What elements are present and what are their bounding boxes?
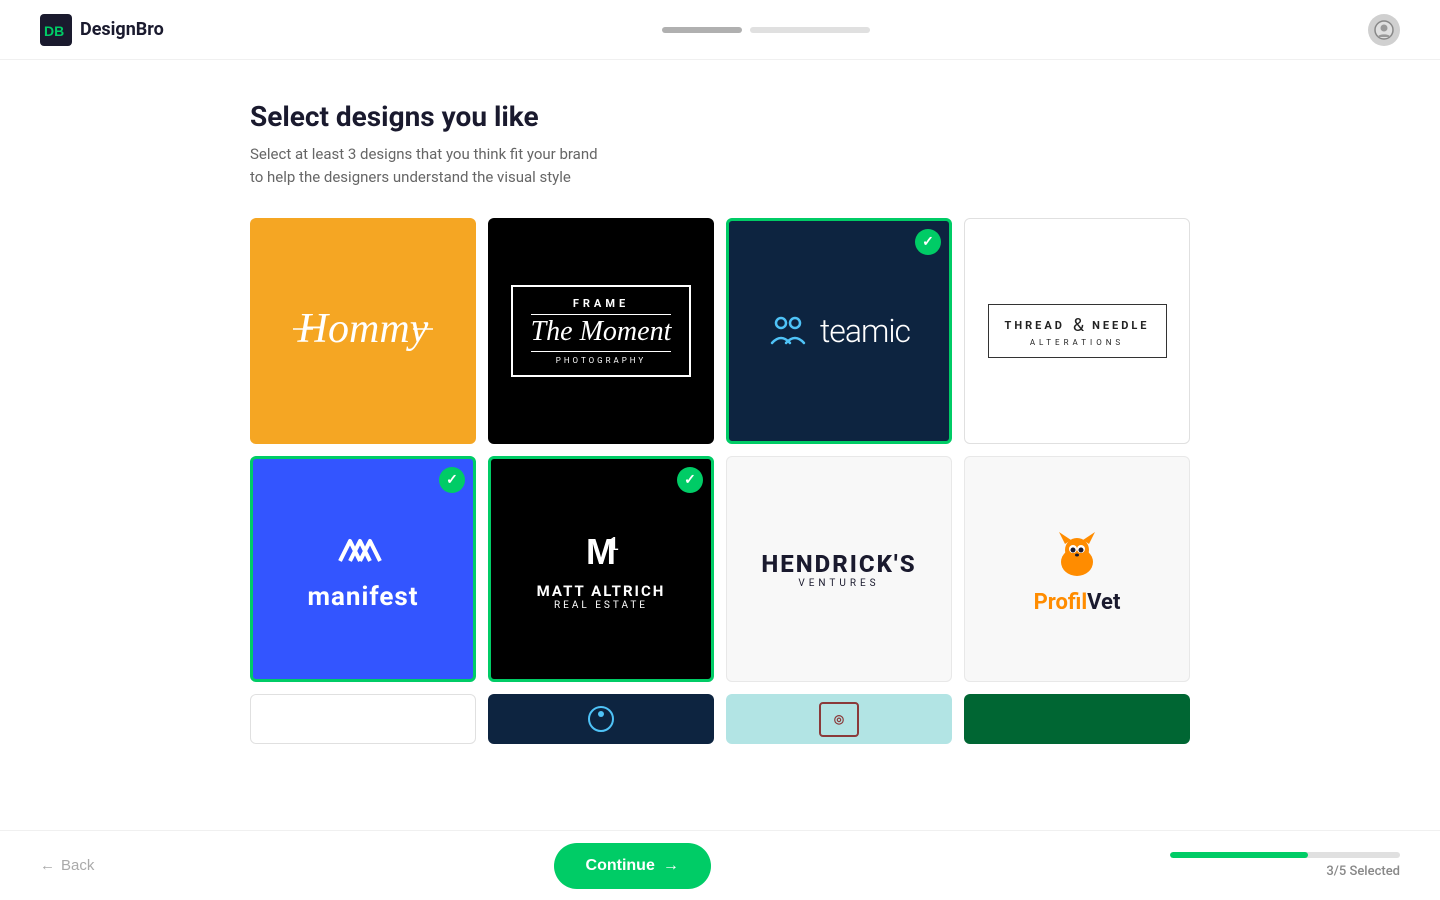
profilvet-name-p: Profil <box>1034 590 1088 615</box>
hendricks-name: HENDRICK'S <box>761 550 916 578</box>
checkmark-teamic: ✓ <box>915 229 941 255</box>
design-card-matt[interactable]: ✓ M 1 MATT ALTRICH REAL ESTATE <box>488 456 714 682</box>
back-label: Back <box>61 857 94 874</box>
thread-name-1: THREAD <box>1005 319 1065 332</box>
progress-filled <box>662 27 742 33</box>
logo-icon: DB <box>40 14 72 46</box>
hommy-logo: Hommy <box>283 294 443 368</box>
card-inner-hommy: Hommy <box>253 221 473 441</box>
design-card-hommy[interactable]: Hommy <box>250 218 476 444</box>
design-grid: Hommy FRAME The Moment PHOTOGRAPHY ✓ <box>250 218 1190 682</box>
partial-row: ◎ <box>250 694 1190 744</box>
matt-icon: M 1 <box>576 528 626 578</box>
profilvet-name: Profil Vet <box>1034 590 1121 615</box>
partial-card-2[interactable] <box>488 694 714 744</box>
card-inner-teamic: teamic <box>729 221 949 441</box>
design-card-hendricks[interactable]: HENDRICK'S VENTURES <box>726 456 952 682</box>
frame-top-text: FRAME <box>531 297 672 315</box>
design-card-frame[interactable]: FRAME The Moment PHOTOGRAPHY <box>488 218 714 444</box>
logo-text: DesignBro <box>80 19 164 40</box>
card-inner-hendricks: HENDRICK'S VENTURES <box>727 457 951 681</box>
teamic-name: teamic <box>820 312 910 350</box>
user-account-icon[interactable] <box>1368 14 1400 46</box>
design-card-profilvet[interactable]: Profil Vet <box>964 456 1190 682</box>
back-arrow-icon: ← <box>40 857 55 874</box>
partial-icon-2 <box>586 704 616 734</box>
thread-ampersand: & <box>1073 315 1084 336</box>
hendricks-text: HENDRICK'S VENTURES <box>761 550 916 589</box>
partial-card-3[interactable]: ◎ <box>726 694 952 744</box>
bottom-bar: ← Back Continue → 3/5 Selected <box>0 830 1440 900</box>
continue-label: Continue <box>586 857 655 875</box>
svg-text:DB: DB <box>44 23 64 39</box>
card-inner-matt: M 1 MATT ALTRICH REAL ESTATE <box>491 459 711 679</box>
selection-fill <box>1170 852 1308 858</box>
frame-logo: FRAME The Moment PHOTOGRAPHY <box>511 285 692 378</box>
svg-text:1: 1 <box>609 534 619 554</box>
manifest-name: manifest <box>307 582 418 612</box>
checkmark-matt: ✓ <box>677 467 703 493</box>
manifest-icon <box>338 526 388 576</box>
teamic-icon <box>768 311 808 351</box>
design-card-teamic[interactable]: ✓ teamic <box>726 218 952 444</box>
header: DB DesignBro <box>0 0 1440 60</box>
matt-sub: REAL ESTATE <box>537 600 666 611</box>
thread-name-row: THREAD & NEEDLE <box>1005 315 1150 336</box>
checkmark-manifest: ✓ <box>439 467 465 493</box>
profilvet-icon <box>1047 524 1107 584</box>
selection-progress: 3/5 Selected <box>1170 852 1400 879</box>
card-inner-profilvet: Profil Vet <box>965 457 1189 681</box>
continue-arrow-icon: → <box>663 857 679 875</box>
teamic-inner: teamic <box>768 311 910 351</box>
thread-name-2: NEEDLE <box>1092 319 1149 332</box>
matt-name: MATT ALTRICH <box>537 582 666 600</box>
partial-card-1[interactable] <box>250 694 476 744</box>
logo: DB DesignBro <box>40 14 164 46</box>
svg-text:Hommy: Hommy <box>297 306 429 352</box>
thread-logo: THREAD & NEEDLE ALTERATIONS <box>988 304 1167 358</box>
hendricks-sub: VENTURES <box>761 578 916 589</box>
selection-bar <box>1170 852 1400 858</box>
back-button[interactable]: ← Back <box>40 857 94 874</box>
card-inner-thread: THREAD & NEEDLE ALTERATIONS <box>965 219 1189 443</box>
matt-text: MATT ALTRICH REAL ESTATE <box>537 582 666 611</box>
frame-sub-text: PHOTOGRAPHY <box>531 351 672 365</box>
partial-text-3: ◎ <box>834 712 844 726</box>
thread-tagline: ALTERATIONS <box>1005 338 1150 347</box>
frame-main-text: The Moment <box>531 317 672 348</box>
progress-empty <box>750 27 870 33</box>
continue-button[interactable]: Continue → <box>554 843 711 889</box>
card-inner-frame: FRAME The Moment PHOTOGRAPHY <box>491 221 711 441</box>
page-subtitle: Select at least 3 designs that you think… <box>250 143 1190 188</box>
profilvet-name-vet: Vet <box>1087 590 1120 615</box>
design-card-manifest[interactable]: ✓ manifest <box>250 456 476 682</box>
partial-icon-3: ◎ <box>819 702 859 737</box>
card-inner-manifest: manifest <box>253 459 473 679</box>
design-card-thread[interactable]: THREAD & NEEDLE ALTERATIONS <box>964 218 1190 444</box>
progress-bar <box>662 27 870 33</box>
partial-card-4[interactable] <box>964 694 1190 744</box>
main-content: Select designs you like Select at least … <box>0 60 1440 824</box>
selection-text: 3/5 Selected <box>1326 864 1400 879</box>
page-title: Select designs you like <box>250 100 1190 133</box>
